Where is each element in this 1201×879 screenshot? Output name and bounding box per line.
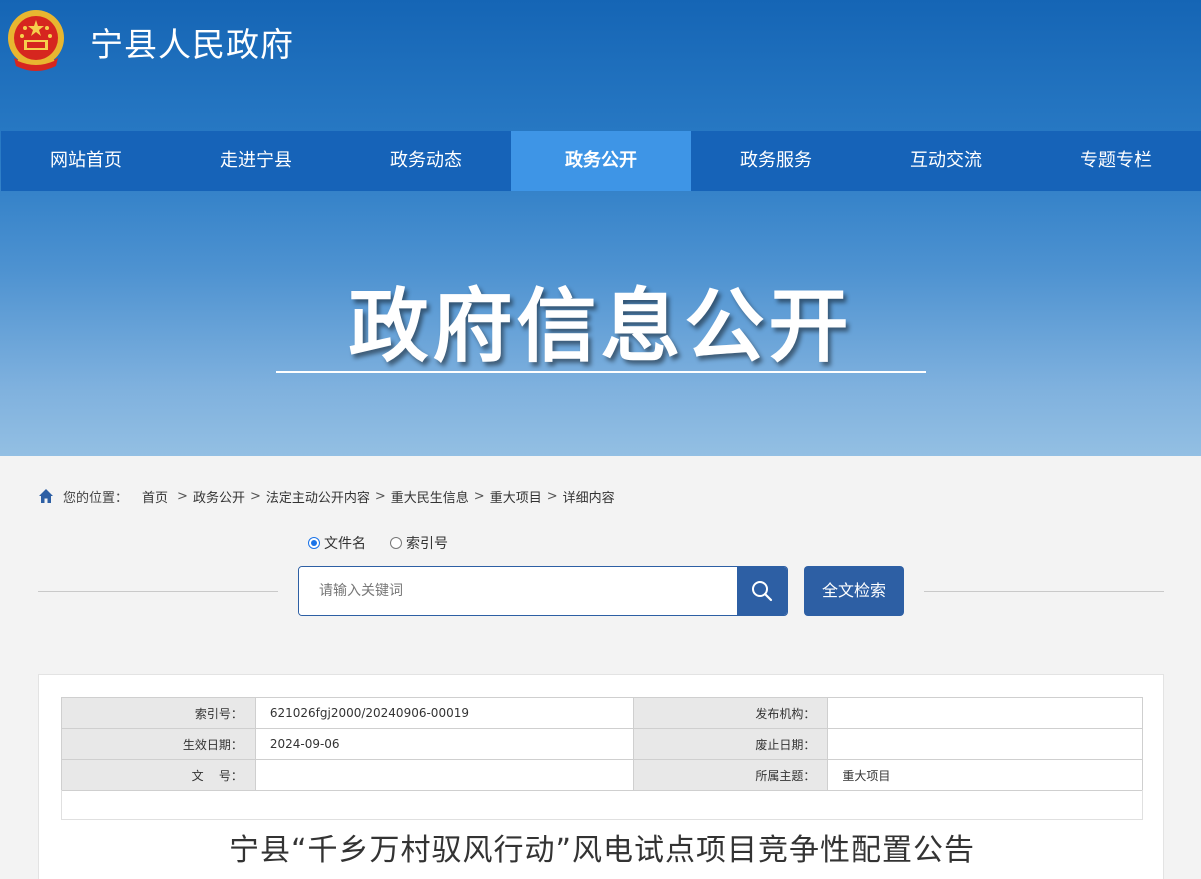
radio-index-label: 索引号 [406, 536, 448, 552]
main-content: 您的位置： 首页 > 政务公开 > 法定主动公开内容 > 重大民生信息 > 重大… [0, 456, 1201, 879]
breadcrumb-livelihood[interactable]: 重大民生信息 [391, 487, 469, 506]
fulltext-search-button[interactable]: 全文检索 [804, 566, 904, 616]
breadcrumb-disclosure[interactable]: 政务公开 [193, 487, 245, 506]
nav-item-news[interactable]: 政务动态 [341, 131, 511, 191]
breadcrumb-separator: > [177, 488, 188, 504]
nav-item-home[interactable]: 网站首页 [1, 131, 171, 191]
breadcrumb-separator: > [546, 488, 558, 504]
nav-item-disclosure[interactable]: 政务公开 [511, 131, 691, 191]
topic-value: 重大项目 [827, 759, 1143, 791]
index-value: 621026fgj2000/20240906-00019 [254, 697, 634, 729]
expire-date-value [827, 728, 1143, 760]
site-title[interactable]: 宁县人民政府 [90, 18, 294, 66]
table-row: 生效日期： 2024-09-06 废止日期： [61, 728, 1143, 760]
radio-filename-label: 文件名 [324, 536, 366, 552]
radio-index-dot[interactable] [390, 537, 402, 549]
search-type-group: 文件名 索引号 [308, 533, 472, 553]
radio-filename[interactable]: 文件名 [308, 533, 366, 553]
metadata-footer [61, 790, 1143, 820]
breadcrumb-detail[interactable]: 详细内容 [563, 487, 615, 506]
national-emblem-icon [8, 10, 64, 71]
banner-divider [276, 371, 926, 373]
doc-number-label: 文 号： [61, 759, 256, 791]
publisher-value [827, 697, 1143, 729]
nav-item-about[interactable]: 走进宁县 [171, 131, 341, 191]
document-title: 宁县“千乡万村驭风行动”风电试点项目竞争性配置公告 [228, 833, 976, 868]
header-banner: 宁县人民政府 网站首页 走进宁县 政务动态 政务公开 政务服务 互动交流 专题专… [0, 0, 1201, 456]
breadcrumb-projects[interactable]: 重大项目 [490, 487, 542, 506]
radio-index[interactable]: 索引号 [390, 533, 448, 553]
main-nav: 网站首页 走进宁县 政务动态 政务公开 政务服务 互动交流 专题专栏 [1, 131, 1201, 191]
document-card: 索引号： 621026fgj2000/20240906-00019 发布机构： … [38, 674, 1164, 879]
search-divider-right [924, 591, 1164, 592]
search-input[interactable] [299, 567, 739, 615]
search-icon [752, 581, 773, 602]
search-divider-left [38, 591, 278, 592]
table-row: 文 号： 所属主题： 重大项目 [61, 759, 1143, 791]
breadcrumb-separator: > [249, 488, 261, 504]
breadcrumb-home[interactable]: 首页 [142, 487, 168, 506]
nav-item-interaction[interactable]: 互动交流 [861, 131, 1031, 191]
home-icon [39, 489, 53, 503]
topic-label: 所属主题： [632, 759, 829, 791]
publisher-label: 发布机构： [632, 697, 829, 729]
nav-item-services[interactable]: 政务服务 [691, 131, 861, 191]
banner-title: 政府信息公开 [348, 280, 853, 373]
breadcrumb-separator: > [374, 488, 386, 504]
breadcrumb-separator: > [473, 488, 485, 504]
effective-date-value: 2024-09-06 [254, 728, 634, 760]
nav-item-topics[interactable]: 专题专栏 [1031, 131, 1201, 191]
search-box [298, 566, 788, 616]
table-row: 索引号： 621026fgj2000/20240906-00019 发布机构： [61, 697, 1143, 729]
metadata-table: 索引号： 621026fgj2000/20240906-00019 发布机构： … [61, 697, 1143, 791]
breadcrumb: 您的位置： 首页 > 政务公开 > 法定主动公开内容 > 重大民生信息 > 重大… [38, 487, 615, 506]
search-button[interactable] [737, 567, 787, 615]
index-label: 索引号： [61, 697, 256, 729]
breadcrumb-label: 您的位置： [63, 490, 129, 506]
expire-date-label: 废止日期： [632, 728, 829, 760]
breadcrumb-statutory[interactable]: 法定主动公开内容 [266, 487, 370, 506]
radio-filename-dot[interactable] [308, 537, 320, 549]
effective-date-label: 生效日期： [61, 728, 256, 760]
doc-number-value [254, 759, 634, 791]
